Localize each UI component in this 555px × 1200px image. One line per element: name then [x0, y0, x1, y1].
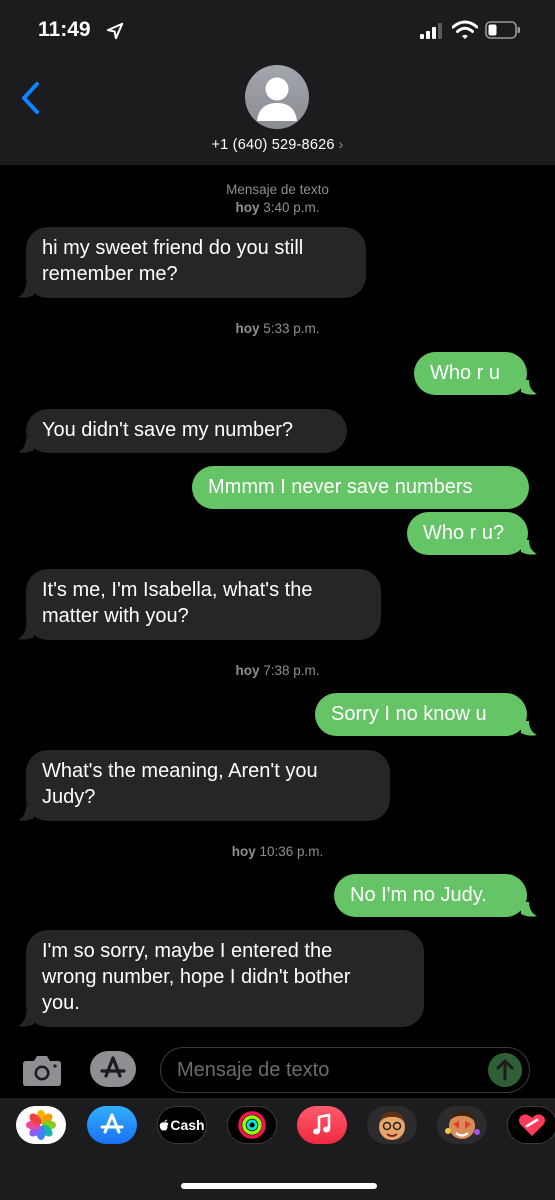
cellular-signal-icon [420, 23, 442, 39]
battery-icon [485, 21, 520, 39]
bubble-tail [18, 625, 34, 640]
contact-name[interactable]: +1 (640) 529-8626 › [0, 136, 555, 153]
back-chevron-icon[interactable] [18, 80, 44, 116]
bubble-tail [18, 283, 34, 298]
app-store-icon [100, 1113, 124, 1134]
timestamp: hoy 5:33 p.m. [235, 321, 320, 336]
photos-icon [26, 1110, 56, 1140]
memoji-stickers-icon [445, 1111, 480, 1139]
message-input[interactable] [160, 1047, 530, 1093]
message-bubble-incoming[interactable]: You didn't save my number? [26, 409, 347, 453]
home-indicator[interactable] [181, 1183, 377, 1189]
thread-service-label: Mensaje de texto hoy 3:40 p.m. [0, 181, 555, 217]
message-bubble-outgoing[interactable]: Mmmm I never save numbers [192, 466, 529, 509]
bubble-tail [18, 806, 34, 821]
message-bubble-incoming[interactable]: It's me, I'm Isabella, what's the matter… [26, 569, 381, 640]
timestamp: hoy 3:40 p.m. [235, 200, 320, 215]
person-silhouette-icon [257, 77, 297, 121]
bubble-tail [521, 380, 537, 395]
bubble-tail [521, 902, 537, 917]
app-store-drawer-icon[interactable] [88, 1050, 138, 1088]
location-arrow-icon [106, 22, 124, 40]
message-bubble-incoming[interactable]: hi my sweet friend do you still remember… [26, 227, 366, 298]
music-app-button[interactable] [297, 1106, 347, 1144]
apple-cash-icon: Cash [159, 1117, 205, 1133]
message-bubble-outgoing[interactable]: Who r u [414, 352, 527, 395]
apple-logo-icon [160, 1119, 169, 1131]
activity-app-button[interactable] [227, 1106, 277, 1144]
digital-touch-app-button[interactable] [507, 1106, 555, 1144]
send-arrow-icon[interactable] [488, 1053, 522, 1087]
wifi-icon [452, 20, 478, 39]
apple-cash-app-button[interactable]: Cash [157, 1106, 207, 1144]
memoji-icon [379, 1111, 405, 1140]
memoji-app-button[interactable] [367, 1106, 417, 1144]
memoji-stickers-app-button[interactable] [437, 1106, 487, 1144]
camera-icon[interactable] [22, 1053, 62, 1087]
chevron-right-icon: › [338, 136, 344, 152]
app-store-app-button[interactable] [87, 1106, 137, 1144]
service-label: Mensaje de texto [226, 182, 329, 197]
timestamp: hoy 7:38 p.m. [235, 663, 320, 678]
message-bubble-incoming[interactable]: I'm so sorry, maybe I entered the wrong … [26, 930, 424, 1027]
music-icon [313, 1113, 331, 1135]
contact-avatar[interactable] [245, 65, 309, 129]
message-bubble-outgoing[interactable]: Who r u? [407, 512, 528, 555]
message-bubble-outgoing[interactable]: Sorry I no know u [315, 693, 527, 736]
contact-phone-number: +1 (640) 529-8626 [211, 137, 335, 153]
bubble-tail [521, 721, 537, 736]
conversation-header: 11:49 +1 (640) 529-8626 › [0, 0, 555, 165]
activity-icon [238, 1111, 266, 1139]
bubble-tail [18, 438, 34, 453]
message-bubble-outgoing[interactable]: No I'm no Judy. [334, 874, 527, 917]
photos-app-button[interactable] [16, 1106, 66, 1144]
bubble-tail [521, 540, 537, 555]
digital-touch-icon [519, 1114, 545, 1136]
timestamp: hoy 10:36 p.m. [231, 844, 324, 859]
bubble-tail [18, 1012, 34, 1027]
message-bubble-incoming[interactable]: What's the meaning, Aren't you Judy? [26, 750, 390, 821]
status-time: 11:49 [38, 18, 91, 41]
